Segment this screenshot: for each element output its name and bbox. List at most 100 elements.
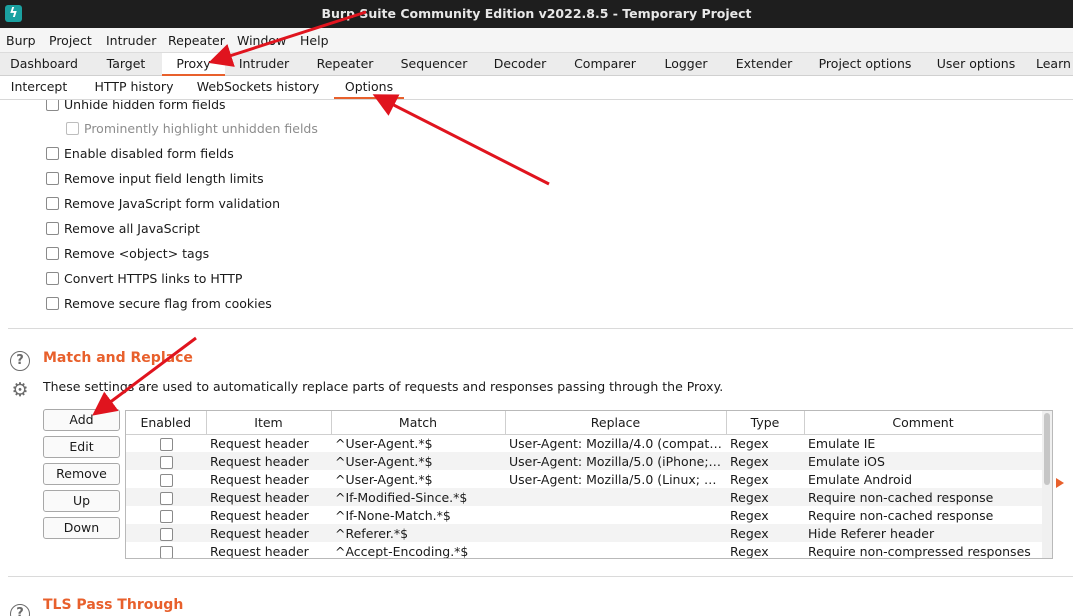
match-cell: ^If-Modified-Since.*$ — [331, 488, 505, 506]
title-bar: ϟ Burp Suite Community Edition v2022.8.5… — [0, 0, 1073, 28]
comment-cell: Emulate iOS — [804, 452, 1042, 470]
tab-learn[interactable]: Learn — [1036, 53, 1073, 76]
tab-intruder[interactable]: Intruder — [230, 53, 298, 76]
help-icon[interactable]: ? — [10, 351, 30, 371]
scrollbar-thumb[interactable] — [1044, 413, 1050, 485]
tab-dashboard[interactable]: Dashboard — [4, 53, 84, 76]
replace-cell — [505, 488, 726, 506]
option-unhide-hidden-fields[interactable]: Unhide hidden form fields — [46, 100, 226, 112]
table-row[interactable]: Request header ^User-Agent.*$ User-Agent… — [126, 470, 1042, 488]
tab-extender[interactable]: Extender — [726, 53, 802, 76]
enabled-checkbox[interactable] — [159, 491, 173, 505]
column-header-enabled[interactable]: Enabled — [126, 411, 207, 435]
enabled-checkbox[interactable] — [159, 545, 173, 558]
comment-cell: Emulate IE — [808, 435, 876, 451]
checkbox[interactable] — [46, 246, 59, 260]
add-button[interactable]: Add — [43, 409, 120, 431]
column-header-replace[interactable]: Replace — [505, 411, 727, 435]
checkbox[interactable] — [46, 296, 59, 310]
replace-cell — [505, 506, 726, 524]
checkbox[interactable] — [46, 271, 59, 285]
match-cell: ^Referer.*$ — [331, 524, 505, 542]
gear-icon[interactable]: ⚙ — [10, 380, 30, 400]
comment-cell: Emulate Android — [808, 471, 913, 487]
enabled-cell[interactable] — [126, 434, 206, 452]
option-enable-disabled-fields[interactable]: Enable disabled form fields — [46, 145, 234, 161]
checkbox[interactable] — [46, 146, 59, 160]
checkbox[interactable] — [46, 171, 59, 185]
option-label: Convert HTTPS links to HTTP — [64, 270, 243, 286]
enabled-checkbox[interactable] — [159, 455, 173, 469]
scroll-right-arrow-icon[interactable] — [1056, 478, 1064, 488]
match-cell: ^User-Agent.*$ — [331, 452, 505, 470]
menu-intruder[interactable]: Intruder — [106, 33, 156, 48]
edit-button[interactable]: Edit — [43, 436, 120, 458]
table-row[interactable]: Request header ^User-Agent.*$ User-Agent… — [126, 452, 1042, 470]
enabled-cell[interactable] — [126, 542, 206, 558]
enabled-cell[interactable] — [126, 506, 206, 524]
menu-window[interactable]: Window — [237, 33, 286, 48]
table-row[interactable]: Request header ^If-Modified-Since.*$ Reg… — [126, 488, 1042, 506]
tab-sequencer[interactable]: Sequencer — [392, 53, 476, 76]
table-header-row: Enabled Item Match Replace Type Comment — [126, 411, 1043, 435]
option-label: Prominently highlight unhidden fields — [84, 120, 318, 136]
checkbox[interactable] — [46, 221, 59, 235]
proxy-sub-tab-bar: Intercept HTTP history WebSockets histor… — [0, 76, 1073, 100]
enabled-checkbox[interactable] — [159, 473, 173, 487]
remove-button[interactable]: Remove — [43, 463, 120, 485]
type-cell: Regex — [730, 435, 769, 451]
down-button[interactable]: Down — [43, 517, 120, 539]
checkbox[interactable] — [46, 100, 59, 111]
option-remove-all-js[interactable]: Remove all JavaScript — [46, 220, 200, 236]
enabled-checkbox[interactable] — [159, 509, 173, 523]
option-remove-length-limits[interactable]: Remove input field length limits — [46, 170, 264, 186]
menu-repeater[interactable]: Repeater — [168, 33, 225, 48]
help-icon[interactable]: ? — [10, 604, 30, 616]
enabled-cell[interactable] — [126, 452, 206, 470]
tab-user-options[interactable]: User options — [928, 53, 1024, 76]
option-remove-js-validation[interactable]: Remove JavaScript form validation — [46, 195, 280, 211]
enabled-checkbox[interactable] — [159, 527, 173, 541]
column-header-match[interactable]: Match — [331, 411, 506, 435]
match-cell: ^If-None-Match.*$ — [335, 507, 451, 523]
menu-burp[interactable]: Burp — [6, 33, 36, 48]
menu-project[interactable]: Project — [49, 33, 92, 48]
option-remove-secure-flag[interactable]: Remove secure flag from cookies — [46, 295, 272, 311]
up-button[interactable]: Up — [43, 490, 120, 512]
enabled-cell[interactable] — [126, 470, 206, 488]
type-cell: Regex — [730, 471, 769, 487]
column-header-comment[interactable]: Comment — [804, 411, 1043, 435]
comment-cell: Require non-compressed responses — [808, 543, 1031, 559]
enabled-cell[interactable] — [126, 488, 206, 506]
checkbox — [66, 121, 79, 135]
tab-logger[interactable]: Logger — [654, 53, 718, 76]
item-cell: Request header — [210, 543, 309, 559]
table-row[interactable]: Request header ^If-None-Match.*$ Regex R… — [126, 506, 1042, 524]
enabled-cell[interactable] — [126, 524, 206, 542]
tab-repeater[interactable]: Repeater — [306, 53, 384, 76]
comment-cell: Require non-cached response — [808, 507, 994, 523]
tab-websockets-history[interactable]: WebSockets history — [194, 76, 322, 99]
match-replace-table[interactable]: Enabled Item Match Replace Type Comment … — [125, 410, 1053, 559]
option-label: Remove JavaScript form validation — [64, 195, 280, 211]
tab-comparer[interactable]: Comparer — [564, 53, 646, 76]
tab-intercept[interactable]: Intercept — [4, 76, 74, 99]
tab-proxy[interactable]: Proxy — [162, 53, 225, 76]
option-remove-object-tags[interactable]: Remove <object> tags — [46, 245, 209, 261]
table-row[interactable]: Request header ^Referer.*$ Regex Hide Re… — [126, 524, 1042, 542]
tab-decoder[interactable]: Decoder — [484, 53, 556, 76]
option-convert-https-links[interactable]: Convert HTTPS links to HTTP — [46, 270, 242, 286]
table-row[interactable]: Request header ^Accept-Encoding.*$ Regex… — [126, 542, 1042, 559]
checkbox[interactable] — [46, 196, 59, 210]
enabled-checkbox[interactable] — [159, 437, 173, 451]
menu-help[interactable]: Help — [300, 33, 329, 48]
table-scrollbar[interactable] — [1042, 411, 1052, 558]
tab-project-options[interactable]: Project options — [810, 53, 920, 76]
tab-target[interactable]: Target — [92, 53, 160, 76]
table-row[interactable]: Request header ^User-Agent.*$ User-Agent… — [126, 434, 1042, 452]
tab-http-history[interactable]: HTTP history — [88, 76, 180, 99]
column-header-type[interactable]: Type — [726, 411, 805, 435]
column-header-item[interactable]: Item — [206, 411, 332, 435]
tab-options[interactable]: Options — [334, 76, 404, 99]
replace-cell: User-Agent: Mozilla/5.0 (iPhone; CP... — [505, 452, 726, 470]
